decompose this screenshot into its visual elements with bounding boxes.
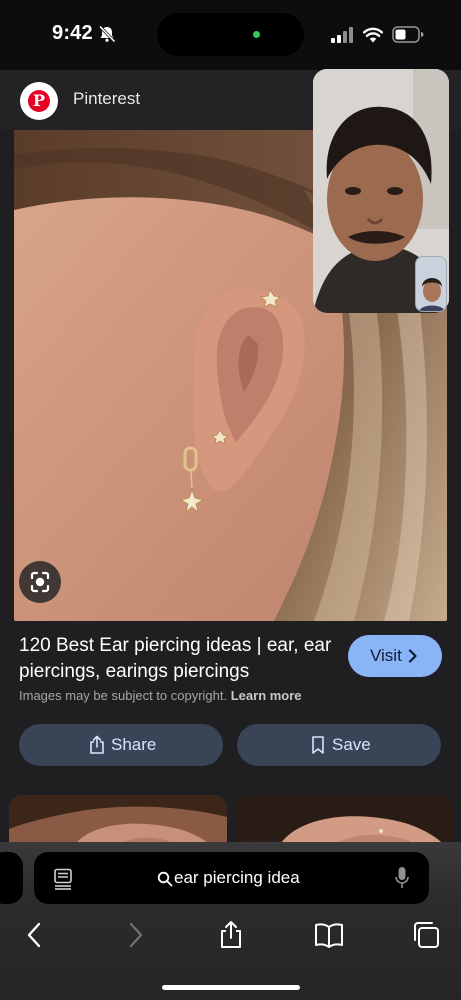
facetime-self-view[interactable] — [415, 256, 447, 312]
forward-icon[interactable] — [120, 920, 150, 950]
share-icon — [90, 735, 104, 754]
source-name[interactable]: Pinterest — [73, 89, 140, 109]
result-title[interactable]: 120 Best Ear piercing ideas | ear, ear p… — [19, 633, 339, 685]
share-icon[interactable] — [216, 920, 246, 950]
pinterest-logo[interactable]: P — [20, 82, 58, 120]
battery-icon — [392, 26, 424, 43]
visit-button[interactable]: Visit — [348, 635, 442, 677]
mic-icon[interactable] — [395, 866, 409, 890]
save-label: Save — [332, 735, 371, 754]
dynamic-island — [157, 13, 304, 56]
pinterest-logo-letter: P — [28, 90, 50, 112]
address-text[interactable]: ear piercing idea — [174, 868, 300, 888]
share-button[interactable]: Share — [19, 724, 223, 766]
search-icon — [157, 871, 173, 887]
copyright-notice: Images may be subject to copyright. Lear… — [19, 688, 302, 703]
cellular-icon — [331, 27, 353, 43]
chevron-right-icon — [408, 649, 417, 663]
camera-in-use-indicator — [253, 31, 260, 38]
tabs-icon[interactable] — [411, 920, 441, 950]
status-time: 9:42 — [52, 22, 93, 44]
lens-icon[interactable] — [19, 561, 61, 603]
bell-slash-icon — [98, 25, 116, 43]
bookmark-icon — [312, 736, 324, 754]
previous-tab-preview[interactable] — [0, 852, 23, 904]
save-button[interactable]: Save — [237, 724, 441, 766]
visit-label: Visit — [370, 646, 402, 665]
share-label: Share — [111, 735, 157, 754]
copyright-text: Images may be subject to copyright. — [19, 688, 228, 703]
home-indicator — [162, 985, 300, 990]
wifi-icon — [363, 27, 383, 43]
reader-icon[interactable] — [53, 868, 73, 890]
learn-more-link[interactable]: Learn more — [231, 688, 302, 703]
back-icon[interactable] — [20, 920, 50, 950]
bookmarks-icon[interactable] — [314, 920, 344, 950]
